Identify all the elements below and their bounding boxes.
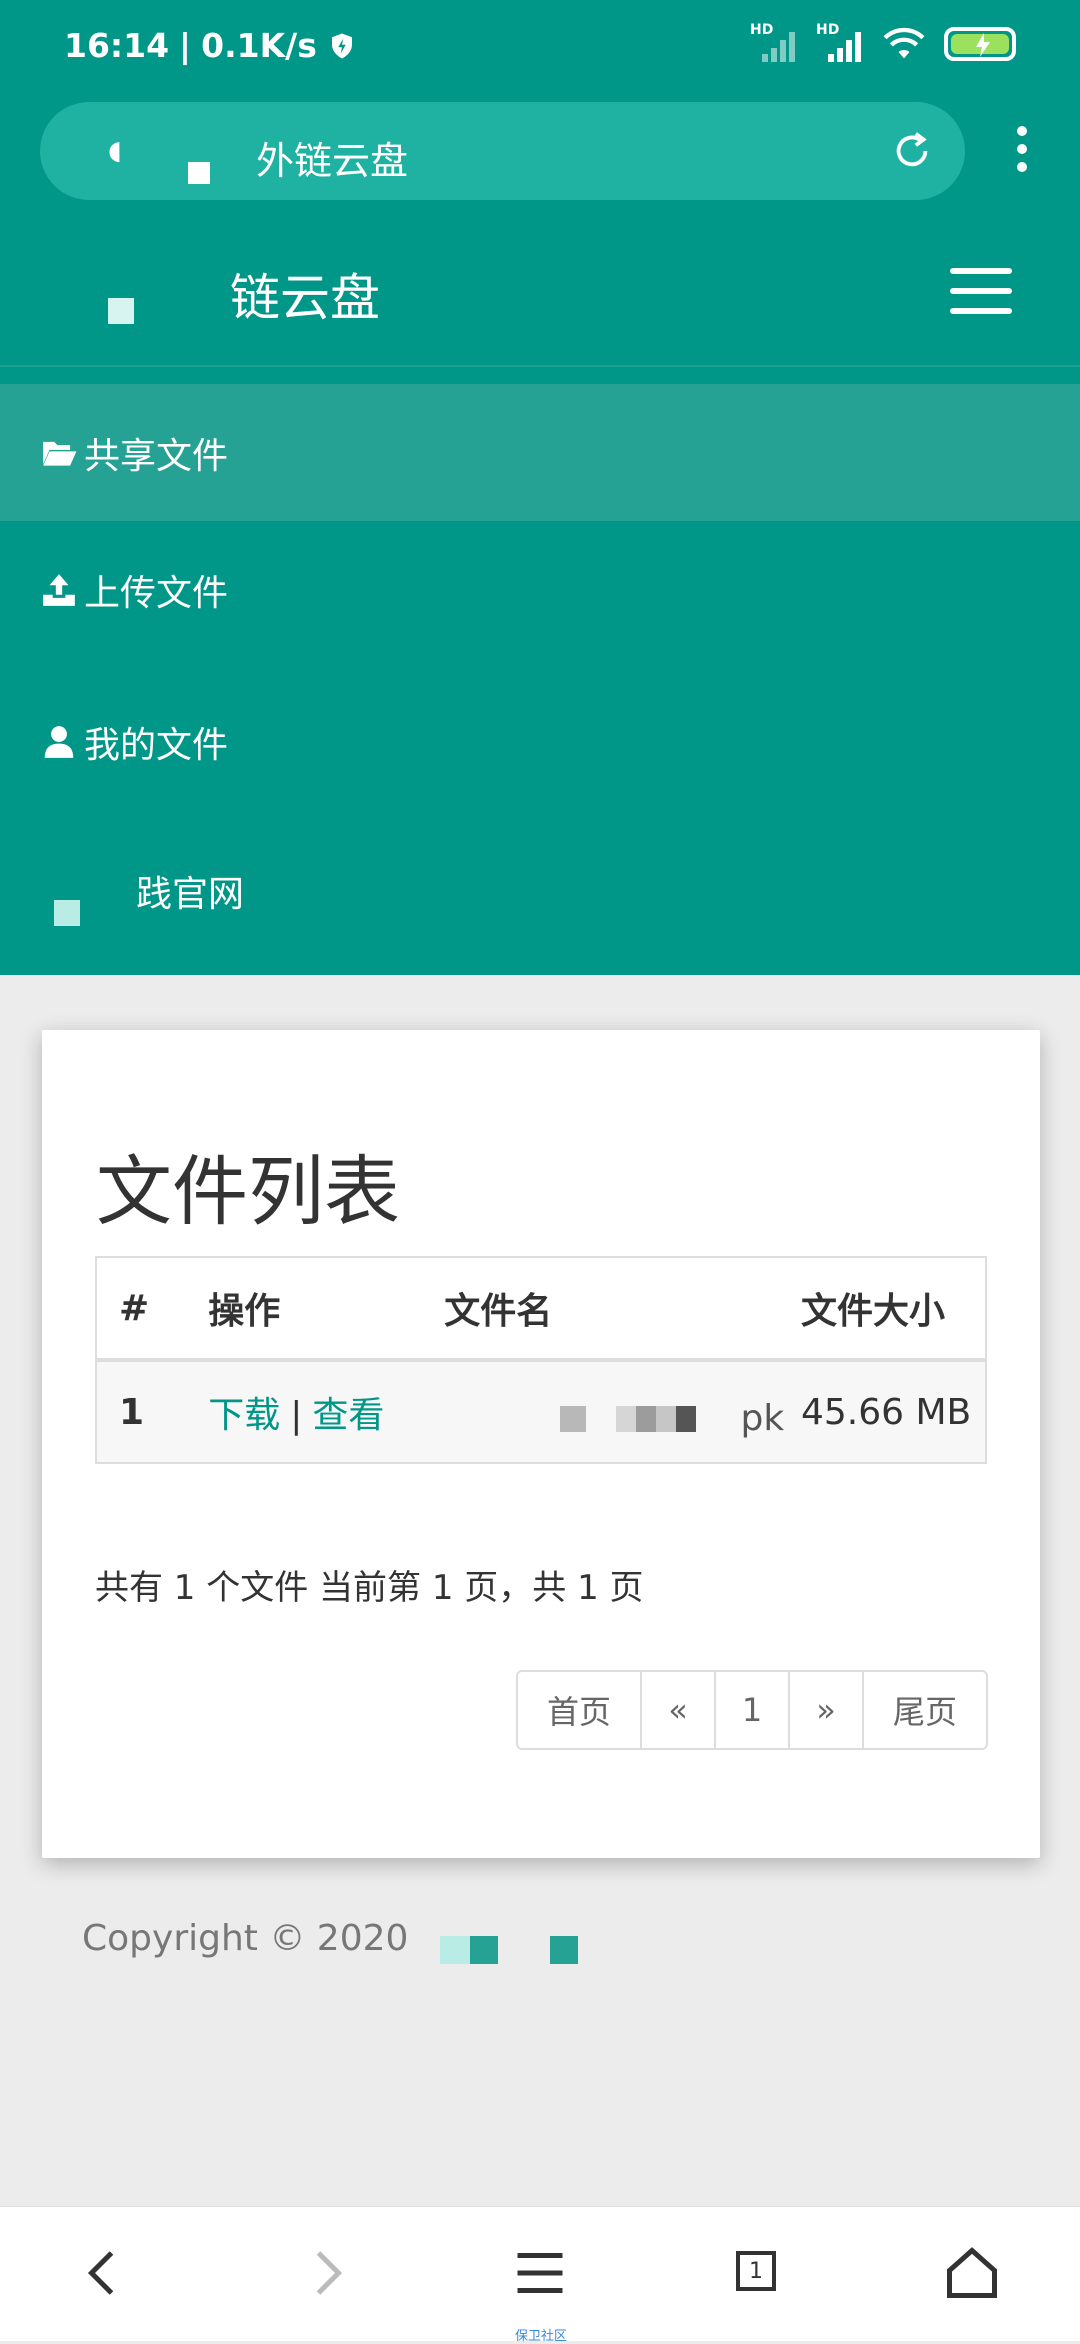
download-link[interactable]: 下载 bbox=[208, 1395, 280, 1436]
nav-label: 上传文件 bbox=[84, 572, 229, 614]
battery-charging-icon bbox=[944, 27, 1016, 61]
page-prev-button[interactable]: « bbox=[640, 1672, 714, 1748]
tabs-icon[interactable]: 1 bbox=[736, 2251, 776, 2291]
user-icon bbox=[44, 726, 74, 758]
shield-icon bbox=[331, 33, 352, 58]
redaction-block bbox=[616, 1405, 697, 1432]
action-separator: | bbox=[290, 1395, 303, 1436]
home-icon bbox=[40, 872, 80, 926]
logo bbox=[108, 298, 134, 324]
page-number-button[interactable]: 1 bbox=[714, 1672, 788, 1748]
status-time: 16:14 bbox=[64, 26, 170, 65]
nav-item-shared-files[interactable]: 共享文件 bbox=[0, 384, 1080, 521]
url-bar[interactable]: ◖ 外链云盘 bbox=[40, 102, 965, 200]
nav-menu: 共享文件 上传文件 我的文件 践官网 bbox=[0, 367, 1080, 975]
menu-icon[interactable] bbox=[510, 2243, 570, 2303]
site-header: 链云盘 bbox=[0, 230, 1080, 367]
table-row: 1 下载 | 查看 pk 45.66 MB bbox=[96, 1360, 986, 1463]
back-icon[interactable] bbox=[74, 2243, 134, 2303]
hamburger-menu-icon[interactable] bbox=[950, 268, 1012, 314]
more-vert-icon[interactable] bbox=[1016, 126, 1028, 176]
forward-icon[interactable] bbox=[296, 2243, 356, 2303]
row-filename[interactable]: pk bbox=[444, 1360, 801, 1463]
file-summary: 共有 1 个文件 当前第 1 页，共 1 页 bbox=[95, 1568, 644, 1608]
signal-icon: HD bbox=[816, 22, 864, 62]
network-speed: 0.1K/s bbox=[201, 26, 317, 65]
home-icon[interactable] bbox=[942, 2243, 1002, 2303]
row-index: 1 bbox=[119, 1391, 145, 1433]
nav-item-my-files[interactable]: 我的文件 bbox=[0, 658, 1080, 826]
upload-icon bbox=[43, 573, 75, 606]
signal-icon: HD bbox=[750, 22, 798, 62]
status-left: 16:14 | 0.1K/s bbox=[64, 26, 357, 65]
site-brand[interactable]: 链云盘 bbox=[230, 258, 380, 330]
row-size: 45.66 MB bbox=[800, 1391, 972, 1433]
view-link[interactable]: 查看 bbox=[312, 1395, 384, 1436]
row-actions: 下载 | 查看 bbox=[208, 1360, 444, 1463]
file-table: # 操作 文件名 文件大小 1 下载 | 查看 pk 45.66 MB bbox=[95, 1256, 987, 1464]
site-info-icon[interactable]: ◖ bbox=[108, 136, 122, 166]
page-first-button[interactable]: 首页 bbox=[518, 1672, 640, 1748]
nav-label: 我的文件 bbox=[84, 725, 229, 766]
col-filename: 文件名 bbox=[444, 1291, 553, 1332]
page-last-button[interactable]: 尾页 bbox=[862, 1672, 986, 1748]
browser-bottom-nav: 1 保卫社区 bbox=[0, 2206, 1080, 2344]
refresh-icon[interactable] bbox=[889, 128, 935, 174]
pagination: 首页 « 1 » 尾页 bbox=[516, 1670, 988, 1750]
nav-label: 共享文件 bbox=[84, 435, 229, 477]
watermark-caption: 保卫社区 bbox=[515, 2329, 568, 2344]
table-header-row: # 操作 文件名 文件大小 bbox=[96, 1257, 986, 1360]
redaction-block bbox=[188, 162, 210, 184]
folder-open-icon bbox=[43, 441, 77, 466]
col-actions: 操作 bbox=[208, 1291, 281, 1332]
card-title: 文件列表 bbox=[96, 1147, 400, 1236]
status-bar: 16:14 | 0.1K/s HD HD bbox=[0, 0, 1080, 100]
nav-item-upload[interactable]: 上传文件 bbox=[0, 521, 1080, 658]
redaction-block bbox=[560, 1405, 587, 1432]
col-size: 文件大小 bbox=[800, 1291, 945, 1332]
nav-item-official-site[interactable]: 践官网 bbox=[0, 826, 1080, 956]
browser-toolbar: ◖ 外链云盘 bbox=[0, 100, 1080, 230]
redaction-block bbox=[420, 1920, 600, 1964]
page-next-button[interactable]: » bbox=[788, 1672, 862, 1748]
nav-label: 践官网 bbox=[136, 874, 245, 915]
status-right: HD HD bbox=[750, 22, 1016, 62]
tab-count: 1 bbox=[749, 2258, 763, 2284]
col-index: # bbox=[119, 1287, 150, 1329]
filename-suffix: pk bbox=[740, 1397, 785, 1439]
wifi-icon bbox=[883, 27, 925, 59]
copyright: Copyright © 2020 bbox=[82, 1918, 600, 1964]
url-text: 外链云盘 bbox=[256, 139, 409, 183]
file-list-card: 文件列表 # 操作 文件名 文件大小 1 下载 | 查看 pk 45.66 MB… bbox=[42, 1030, 1040, 1858]
